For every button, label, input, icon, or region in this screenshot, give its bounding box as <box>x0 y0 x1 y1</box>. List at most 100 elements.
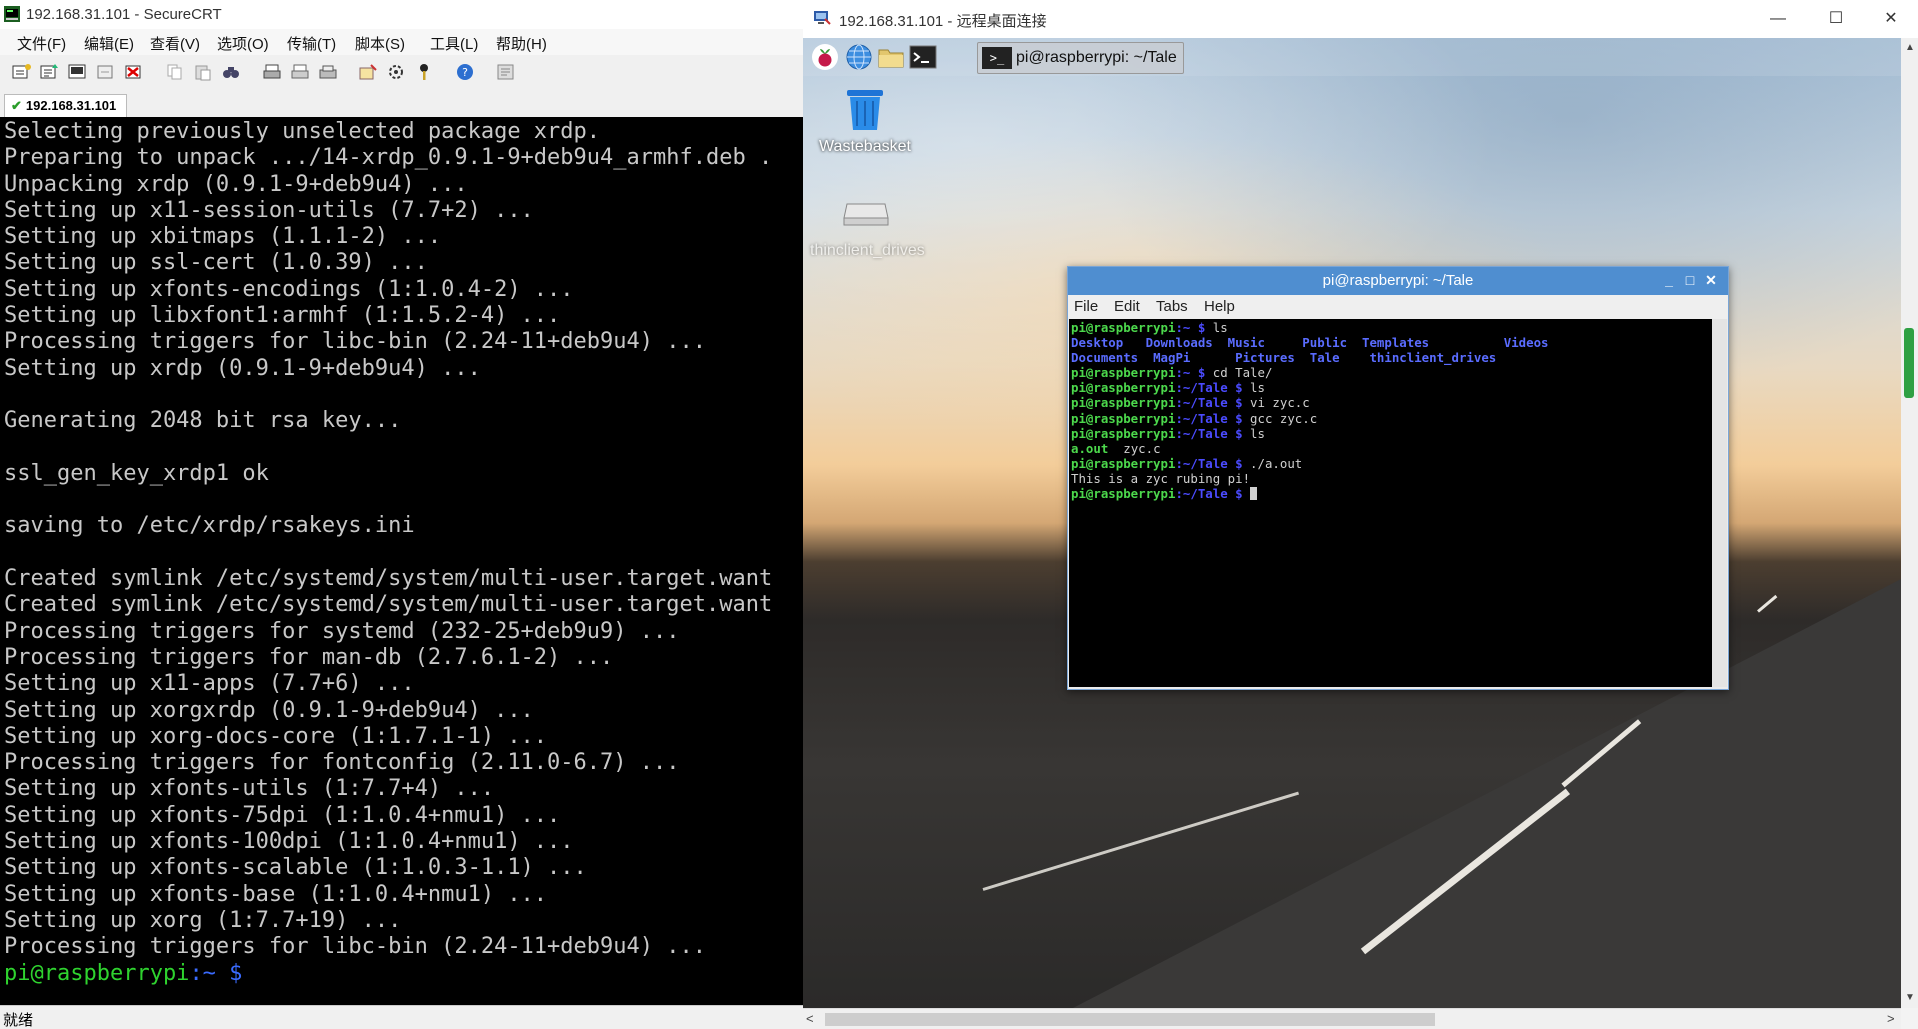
securecrt-icon <box>4 6 20 22</box>
menu-transfer[interactable]: 传输(T) <box>287 33 336 54</box>
print-selection-icon[interactable] <box>290 63 310 81</box>
scrollbar-thumb[interactable] <box>825 1013 1435 1026</box>
raspberry-menu-icon[interactable] <box>811 43 839 71</box>
terminal-scrollbar[interactable] <box>1712 319 1727 687</box>
terminal-close-button[interactable]: ✕ <box>1702 271 1720 289</box>
terminal-line: Setting up xorg (1:7.7+19) ... <box>4 907 402 933</box>
window-title: 192.168.31.101 - SecureCRT <box>26 6 222 23</box>
horizontal-scrollbar[interactable]: < > <box>803 1008 1901 1029</box>
terminal-screen[interactable]: pi@raspberrypi:~ $ ls Desktop Downloads … <box>1069 319 1712 687</box>
securecrt-window: 192.168.31.101 - SecureCRT 文件(F) 编辑(E) 查… <box>0 0 803 1029</box>
terminal-line: Created symlink /etc/systemd/system/mult… <box>4 592 773 618</box>
prompt-path: :~ $ <box>189 960 243 986</box>
menu-tabs[interactable]: Tabs <box>1156 298 1188 315</box>
connect-tab-icon[interactable] <box>68 63 88 81</box>
menu-file[interactable]: File <box>1074 298 1098 315</box>
terminal-line: Setting up x11-session-utils (7.7+2) ... <box>4 197 534 223</box>
disconnect-icon[interactable] <box>124 63 144 81</box>
vertical-scrollbar[interactable]: ▲ ▼ <box>1901 38 1918 1008</box>
scroll-right-arrow-icon[interactable]: > <box>1887 1011 1895 1026</box>
terminal-titlebar[interactable]: pi@raspberrypi: ~/Tale _ □ ✕ <box>1068 267 1728 295</box>
terminal-line: Created symlink /etc/systemd/system/mult… <box>4 566 773 592</box>
scroll-down-arrow-icon[interactable]: ▼ <box>1905 992 1915 1003</box>
session-tab[interactable]: ✔ 192.168.31.101 <box>4 94 128 118</box>
terminal-line: Setting up xfonts-75dpi (1:1.0.4+nmu1) .… <box>4 802 561 828</box>
scrollbar-thumb[interactable] <box>1904 328 1914 398</box>
paste-icon[interactable] <box>193 63 213 81</box>
find-icon[interactable] <box>221 63 241 81</box>
menu-options[interactable]: 选项(O) <box>217 33 269 54</box>
menu-view[interactable]: 查看(V) <box>150 33 200 54</box>
menu-tools[interactable]: 工具(L) <box>430 33 478 54</box>
menu-edit[interactable]: Edit <box>1114 298 1140 315</box>
maximize-button[interactable]: ☐ <box>1813 6 1859 32</box>
desktop-icon-label: Wastebasket <box>819 138 911 155</box>
help-icon[interactable]: ? <box>455 63 475 81</box>
copy-icon[interactable] <box>165 63 185 81</box>
terminal-line: Processing triggers for libc-bin (2.24-1… <box>4 934 706 960</box>
menu-help[interactable]: 帮助(H) <box>496 33 547 54</box>
global-options-icon[interactable] <box>386 63 406 81</box>
minimize-button[interactable]: — <box>1755 6 1801 32</box>
terminal-line: Setting up libxfont1:armhf (1:1.5.2-4) .… <box>4 303 561 329</box>
lxterminal-window: pi@raspberrypi: ~/Tale _ □ ✕ File Edit T… <box>1067 266 1729 690</box>
terminal-line: Setting up xrdp (0.9.1-9+deb9u4) ... <box>4 355 481 381</box>
terminal-output: pi@raspberrypi:~ $ ls Desktop Downloads … <box>1071 320 1549 502</box>
trash-icon[interactable] <box>845 88 885 132</box>
session-options-icon[interactable] <box>358 63 378 81</box>
key-icon[interactable] <box>414 63 434 81</box>
terminal-line: Setting up xfonts-100dpi (1:1.0.4+nmu1) … <box>4 829 574 855</box>
menu-file[interactable]: 文件(F) <box>17 33 66 54</box>
terminal-line: Processing triggers for systemd (232-25+… <box>4 618 680 644</box>
securecrt-titlebar[interactable]: 192.168.31.101 - SecureCRT <box>0 0 803 29</box>
connect-icon[interactable] <box>12 63 32 81</box>
session-tab-label: 192.168.31.101 <box>25 98 117 113</box>
scroll-left-arrow-icon[interactable]: < <box>806 1011 814 1026</box>
terminal-line: Setting up x11-apps (7.7+6) ... <box>4 671 415 697</box>
taskbar-window-button[interactable]: >_ pi@raspberrypi: ~/Tale <box>977 42 1184 74</box>
terminal-line: Setting up xorg-docs-core (1:1.7.1-1) ..… <box>4 723 548 749</box>
terminal-line: Setting up xbitmaps (1.1.1-2) ... <box>4 224 442 250</box>
menu-edit[interactable]: 编辑(E) <box>84 33 134 54</box>
printer-setup-icon[interactable] <box>318 63 338 81</box>
terminal-line: saving to /etc/xrdp/rsakeys.ini <box>4 513 415 539</box>
connected-check-icon: ✔ <box>11 98 22 113</box>
folder-icon[interactable] <box>877 43 905 71</box>
terminal-line: Setting up xfonts-base (1:1.0.4+nmu1) ..… <box>4 881 548 907</box>
text-cursor <box>1250 487 1258 501</box>
terminal-line: Processing triggers for libc-bin (2.24-1… <box>4 329 706 355</box>
reconnect-icon[interactable] <box>96 63 116 81</box>
status-text: 就绪 <box>3 1012 34 1029</box>
status-bar: 就绪 <box>0 1005 803 1029</box>
terminal-icon[interactable] <box>909 43 937 71</box>
drive-icon[interactable] <box>843 198 889 228</box>
taskbar-panel: >_ pi@raspberrypi: ~/Tale <box>803 38 1901 76</box>
menubar: 文件(F) 编辑(E) 查看(V) 选项(O) 传输(T) 脚本(S) 工具(L… <box>0 29 803 55</box>
terminal-line: Setting up xorgxrdp (0.9.1-9+deb9u4) ... <box>4 697 534 723</box>
terminal-line: Unpacking xrdp (0.9.1-9+deb9u4) ... <box>4 171 468 197</box>
terminal-line: Preparing to unpack .../14-xrdp_0.9.1-9+… <box>4 145 773 171</box>
terminal-minimize-button[interactable]: _ <box>1660 271 1678 289</box>
terminal-line: Processing triggers for fontconfig (2.11… <box>4 750 680 776</box>
close-button[interactable]: ✕ <box>1868 6 1914 32</box>
rdp-titlebar[interactable]: 192.168.31.101 - 远程桌面连接 — ☐ ✕ <box>803 0 1918 38</box>
taskbar-window-label: pi@raspberrypi: ~/Tale <box>1016 49 1177 66</box>
session-tabs: ✔ 192.168.31.101 <box>0 89 803 118</box>
print-icon[interactable] <box>262 63 282 81</box>
command-window-icon[interactable] <box>496 63 516 81</box>
terminal-line: Processing triggers for man-db (2.7.6.1-… <box>4 644 614 670</box>
scroll-up-arrow-icon[interactable]: ▲ <box>1905 42 1915 53</box>
remote-desktop-window: 192.168.31.101 - 远程桌面连接 — ☐ ✕ Wastebaske… <box>803 0 1918 1029</box>
svg-text:?: ? <box>462 66 468 79</box>
desktop-icon-label: thinclient_drives <box>810 242 925 259</box>
globe-icon[interactable] <box>845 43 873 71</box>
terminal-maximize-button[interactable]: □ <box>1681 271 1699 289</box>
terminal-line: Generating 2048 bit rsa key... <box>4 408 402 434</box>
quick-connect-icon[interactable] <box>40 63 60 81</box>
terminal-view[interactable]: Selecting previously unselected package … <box>0 117 803 1005</box>
menu-script[interactable]: 脚本(S) <box>355 33 405 54</box>
remote-desktop-background[interactable]: Wastebasket thinclient_drives pi@raspber… <box>803 38 1901 1008</box>
menu-help[interactable]: Help <box>1204 298 1235 315</box>
terminal-line: Setting up xfonts-utils (1:7.7+4) ... <box>4 776 495 802</box>
terminal-icon: >_ <box>982 47 1012 69</box>
